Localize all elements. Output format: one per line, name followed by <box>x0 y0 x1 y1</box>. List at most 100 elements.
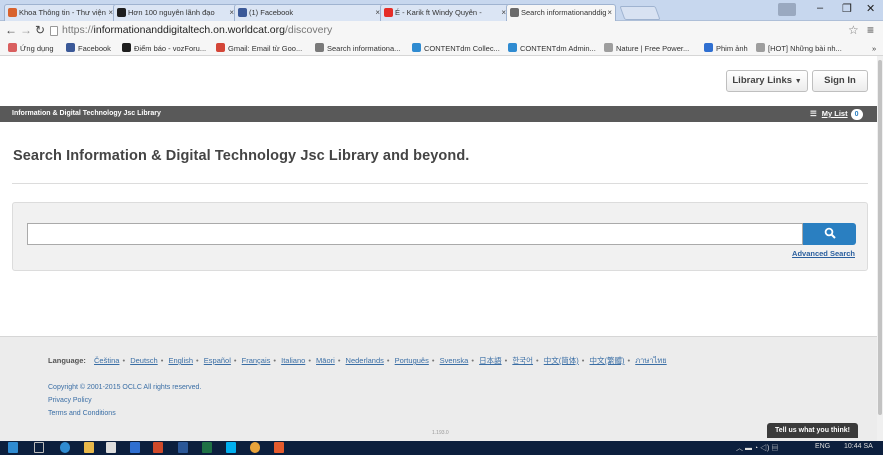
bookmark-item[interactable]: Điểm báo - vozForu... <box>122 43 206 54</box>
language-link[interactable]: 中文(繁體) <box>590 356 625 365</box>
library-links-button[interactable]: Library Links ▼ <box>726 70 808 92</box>
tab-favicon-icon <box>8 8 17 17</box>
skype-icon[interactable] <box>226 442 236 453</box>
outlook-icon[interactable] <box>130 442 140 453</box>
back-arrow-icon[interactable]: ← <box>5 23 17 37</box>
bookmark-apps[interactable]: Ứng dụng <box>8 43 54 54</box>
bookmark-item[interactable]: Search informationa... <box>315 43 400 54</box>
bookmark-item[interactable]: Gmail: Email từ Goo... <box>216 43 302 54</box>
windows-start-icon[interactable] <box>8 442 18 453</box>
page-info-icon[interactable] <box>50 26 58 36</box>
app-icon[interactable] <box>274 442 284 453</box>
terms-link[interactable]: Terms and Conditions <box>48 410 116 417</box>
language-link[interactable]: English <box>168 356 193 365</box>
chrome-menu-icon[interactable]: ≡ <box>867 23 874 37</box>
browser-tab[interactable]: Khoa Thông tin - Thư viện × <box>4 4 117 21</box>
language-link[interactable]: Français <box>242 356 271 365</box>
bookmark-item[interactable]: Phim ảnh <box>704 43 748 54</box>
url-path: /discovery <box>284 24 333 36</box>
tab-title: (1) Facebook <box>249 8 294 17</box>
word-icon[interactable] <box>178 442 188 453</box>
my-list-link[interactable]: ☰ My List 0 <box>810 106 863 122</box>
task-view-icon[interactable] <box>34 442 44 453</box>
language-link[interactable]: Deutsch <box>130 356 158 365</box>
gmail-icon <box>216 43 225 52</box>
tab-close-icon[interactable]: × <box>607 5 612 20</box>
browser-tab-active[interactable]: Search informationanddig × <box>506 4 616 21</box>
bookmark-item[interactable]: CONTENTdm Admin... <box>508 43 596 54</box>
bookmark-item[interactable]: CONTENTdm Collec... <box>412 43 500 54</box>
search-panel: Advanced Search <box>12 202 868 271</box>
bookmarks-bar: Ứng dụng Facebook Điểm báo - vozForu... … <box>0 41 883 56</box>
tab-title: Khoa Thông tin - Thư viện <box>19 8 106 17</box>
browser-tab[interactable]: É - Karik ft Windy Quyên - × <box>380 4 510 21</box>
caret-down-icon: ▼ <box>794 78 802 85</box>
excel-icon[interactable] <box>202 442 212 453</box>
file-explorer-icon[interactable] <box>84 442 94 453</box>
store-icon[interactable] <box>106 442 116 453</box>
page-title: Search Information & Digital Technology … <box>13 148 470 164</box>
my-list-label: My List <box>821 109 848 118</box>
list-icon: ☰ <box>810 109 817 118</box>
language-link[interactable]: 日本語 <box>479 356 502 365</box>
browser-tab[interactable]: Hơn 100 nguyên lãnh đạo × <box>113 4 238 21</box>
taskbar: ︿ ▬ ◔ ◁) ▤ ENG 10:44 SA <box>0 441 883 455</box>
url-domain: informationanddigitaltech.on.worldcat.or… <box>93 24 285 36</box>
contentdm-icon <box>508 43 517 52</box>
tab-favicon-icon <box>117 8 126 17</box>
language-link[interactable]: Español <box>204 356 231 365</box>
bookmark-star-icon[interactable]: ☆ <box>848 23 859 37</box>
chrome-icon[interactable] <box>250 442 260 453</box>
forward-arrow-icon[interactable]: → <box>20 23 32 37</box>
input-language[interactable]: ENG <box>815 443 830 450</box>
language-link[interactable]: Māori <box>316 356 335 365</box>
address-bar-row: ← → ↻ https://informationanddigitaltech.… <box>0 21 883 41</box>
privacy-policy-link[interactable]: Privacy Policy <box>48 397 92 404</box>
library-name: Information & Digital Technology Jsc Lib… <box>12 110 161 117</box>
voz-icon <box>122 43 131 52</box>
powerpoint-icon[interactable] <box>153 442 163 453</box>
new-tab-button[interactable] <box>619 6 661 20</box>
system-tray-icons[interactable]: ︿ ▬ ◔ ◁) ▤ <box>736 443 778 453</box>
url-scheme: https:// <box>62 24 94 36</box>
language-link[interactable]: 中文(简体) <box>544 356 579 365</box>
minimize-icon[interactable]: – <box>817 2 823 14</box>
page-icon <box>604 43 613 52</box>
language-link[interactable]: Português <box>395 356 429 365</box>
language-link[interactable]: Nederlands <box>346 356 384 365</box>
search-button[interactable] <box>803 223 856 245</box>
clock[interactable]: 10:44 SA <box>844 443 873 450</box>
window-close-icon[interactable]: ✕ <box>866 2 875 15</box>
maximize-icon[interactable]: ❐ <box>842 2 852 15</box>
edge-icon[interactable] <box>60 442 70 453</box>
browser-tab[interactable]: (1) Facebook × <box>234 4 384 21</box>
page-icon <box>756 43 765 52</box>
copyright-text: Copyright © 2001-2015 OCLC All rights re… <box>48 384 202 391</box>
language-link[interactable]: Svenska <box>440 356 469 365</box>
search-input[interactable] <box>27 223 803 245</box>
tab-title: Search informationanddig <box>521 8 607 17</box>
my-list-count-badge: 0 <box>850 109 863 120</box>
url-field[interactable]: https://informationanddigitaltech.on.wor… <box>62 22 332 39</box>
bookmark-item[interactable]: Nature | Free Power... <box>604 43 689 54</box>
scrollbar-thumb[interactable] <box>878 60 882 415</box>
language-link[interactable]: Italiano <box>281 356 305 365</box>
feedback-button[interactable]: Tell us what you think! <box>767 423 858 438</box>
bookmark-item[interactable]: [HOT] Những bài nh... <box>756 43 842 54</box>
browser-tabstrip: Khoa Thông tin - Thư viện × Hơn 100 nguy… <box>0 0 883 21</box>
language-link[interactable]: ภาษาไทย <box>635 356 666 365</box>
profile-icon[interactable] <box>778 3 796 16</box>
language-link[interactable]: 한국어 <box>512 356 533 365</box>
footer: Language: Čeština • Deutsch • English • Esp… <box>0 336 877 441</box>
tab-favicon-icon <box>384 8 393 17</box>
language-label: Language: <box>48 356 86 365</box>
bookmark-item[interactable]: Facebook <box>66 43 111 54</box>
search-icon <box>824 227 836 239</box>
reload-icon[interactable]: ↻ <box>35 23 45 37</box>
divider <box>12 183 868 184</box>
bookmarks-overflow-icon[interactable]: » <box>872 43 876 54</box>
sign-in-button[interactable]: Sign In <box>812 70 868 92</box>
tab-favicon-icon <box>238 8 247 17</box>
advanced-search-link[interactable]: Advanced Search <box>792 249 855 258</box>
language-link[interactable]: Čeština <box>94 356 119 365</box>
